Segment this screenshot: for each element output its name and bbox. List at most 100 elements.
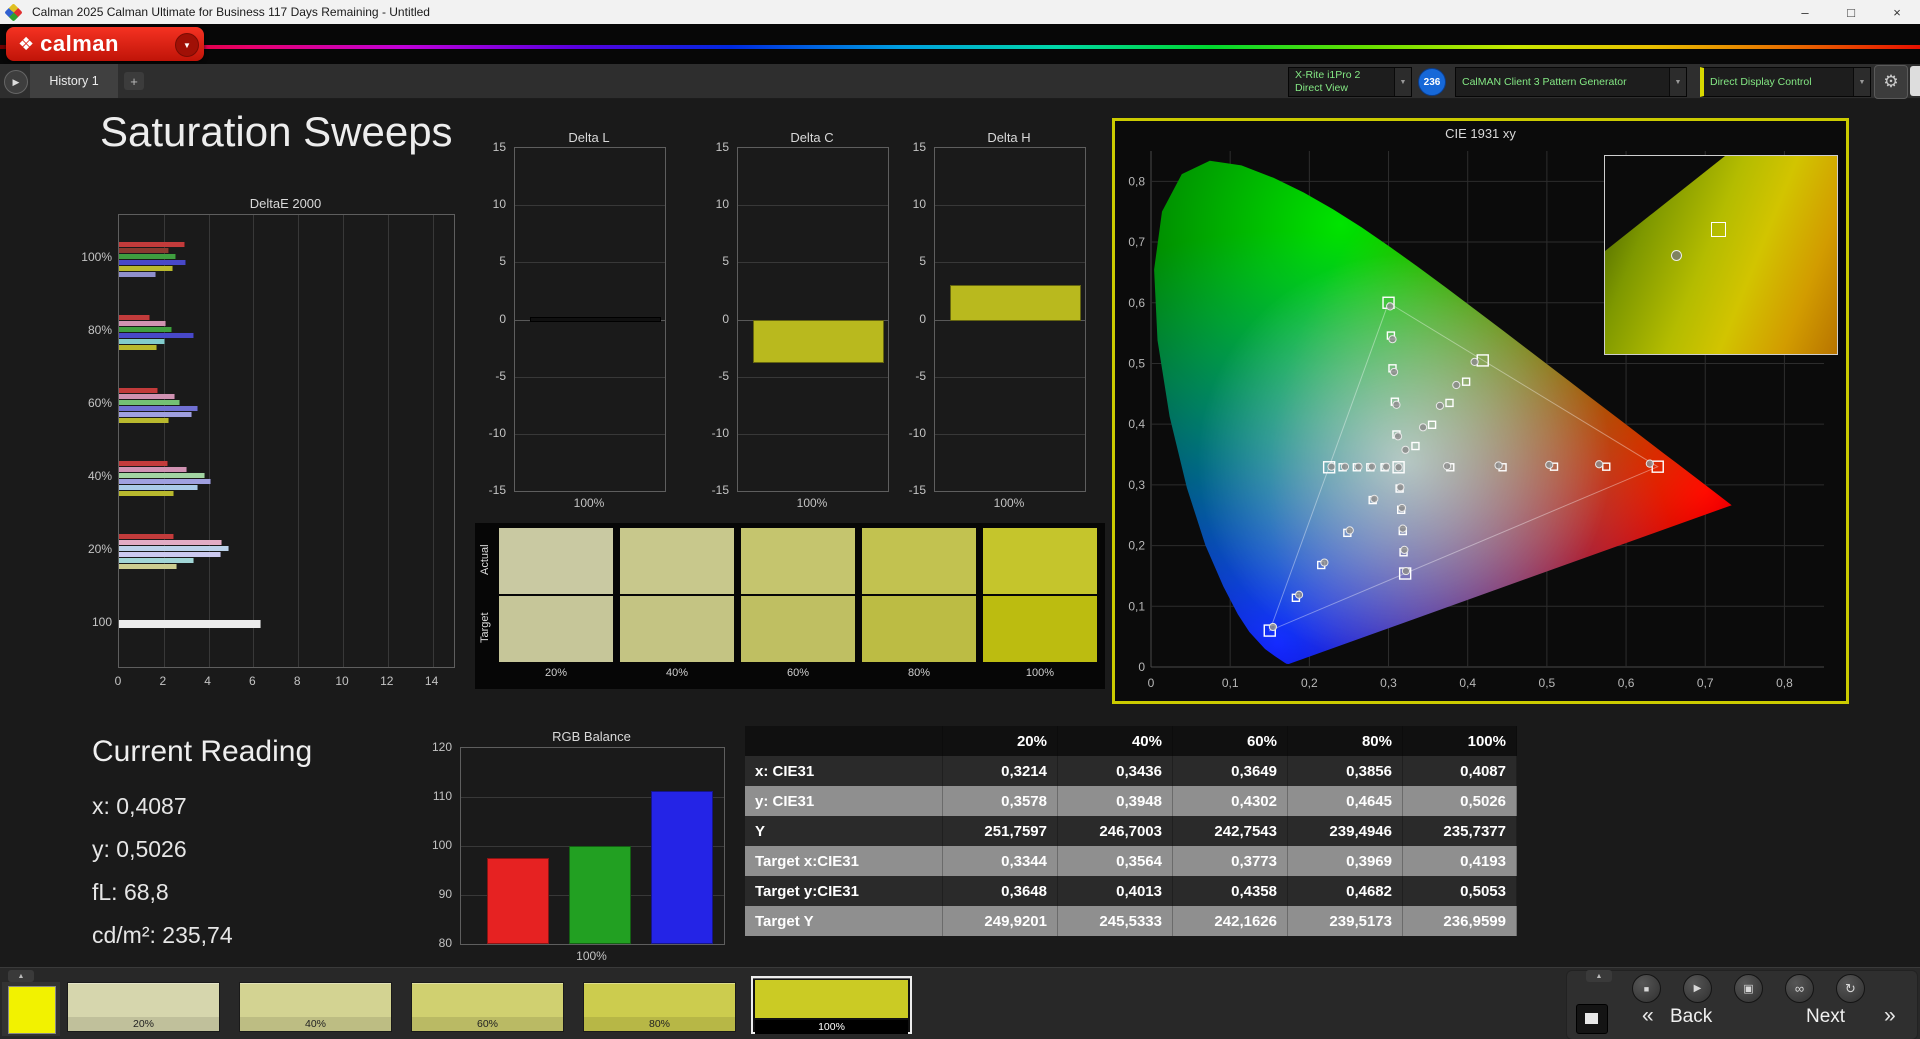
refresh-button[interactable]: ↻ bbox=[1836, 974, 1865, 1003]
swatch-column-label: 100% bbox=[983, 667, 1097, 683]
table-row: Target x:CIE310,33440,35640,37730,39690,… bbox=[745, 846, 1517, 876]
deltae-bar bbox=[119, 388, 158, 393]
stop-button[interactable]: ■ bbox=[1632, 974, 1661, 1003]
current-patch-swatch[interactable] bbox=[8, 986, 56, 1034]
panel-edge-handle[interactable] bbox=[1910, 66, 1920, 96]
close-button[interactable]: × bbox=[1874, 0, 1920, 24]
display-control-name: Direct Display Control bbox=[1704, 76, 1812, 89]
maximize-button[interactable]: □ bbox=[1828, 0, 1874, 24]
play-button[interactable]: ▶ bbox=[1683, 974, 1712, 1003]
deltae-bar bbox=[119, 315, 150, 320]
patch-tile-20%[interactable]: 20% bbox=[67, 982, 220, 1032]
table-cell: 0,5053 bbox=[1403, 876, 1517, 906]
svg-text:0,4: 0,4 bbox=[1459, 676, 1476, 690]
save-button[interactable]: ▣ bbox=[1734, 974, 1763, 1003]
y-tick-label: 20% bbox=[60, 542, 112, 556]
svg-text:0,6: 0,6 bbox=[1128, 296, 1145, 310]
next-chevron-icon[interactable]: » bbox=[1884, 1004, 1896, 1028]
x-tick-label: 2 bbox=[148, 674, 178, 688]
x-tick-label: 4 bbox=[193, 674, 223, 688]
calman-menu-button[interactable]: ❖ calman ▼ bbox=[6, 27, 204, 61]
chart-title: CIE 1931 xy bbox=[1115, 126, 1846, 141]
delta-bar bbox=[950, 285, 1081, 321]
chevron-down-icon[interactable]: ▼ bbox=[1669, 68, 1686, 96]
table-cell: 0,3648 bbox=[943, 876, 1058, 906]
svg-text:0,8: 0,8 bbox=[1776, 676, 1793, 690]
delta-bar bbox=[753, 320, 884, 363]
table-cell: 0,4645 bbox=[1288, 786, 1403, 816]
cie-measured-point bbox=[1371, 495, 1378, 502]
cie-measured-point bbox=[1346, 527, 1353, 534]
meter-mode: Direct View bbox=[1295, 82, 1360, 95]
deltae-bar bbox=[119, 564, 177, 569]
cie-measured-point bbox=[1471, 358, 1478, 365]
saturation-swatch-grid: Actual Target 20%40%60%80%100% bbox=[475, 523, 1105, 689]
add-tab-button[interactable]: + bbox=[124, 72, 144, 90]
window-title: Calman 2025 Calman Ultimate for Business… bbox=[32, 5, 430, 19]
inset-target-point bbox=[1711, 222, 1726, 237]
tab-history-1[interactable]: History 1 bbox=[30, 64, 118, 98]
chart-title: Delta H bbox=[934, 130, 1084, 145]
grid-line bbox=[433, 215, 434, 667]
table-cell: 0,3578 bbox=[943, 786, 1058, 816]
deltae-bar bbox=[119, 467, 187, 472]
deltae-bar bbox=[119, 412, 192, 417]
deltae-plot bbox=[118, 214, 455, 668]
y-tick-label: 10 bbox=[679, 197, 729, 211]
deltae-bar bbox=[119, 248, 169, 253]
display-control-dropdown[interactable]: Direct Display Control ▼ bbox=[1700, 67, 1871, 97]
table-cell: 0,3856 bbox=[1288, 756, 1403, 786]
meter-dropdown[interactable]: X-Rite i1Pro 2 Direct View ▼ bbox=[1288, 67, 1412, 97]
grid-line bbox=[935, 377, 1085, 378]
grid-line bbox=[738, 434, 888, 435]
deltae-bar bbox=[119, 345, 157, 350]
deltae-bar bbox=[119, 272, 156, 277]
deltae-bar bbox=[119, 321, 166, 326]
tab-scroll-left-button[interactable]: ▶ bbox=[4, 70, 28, 94]
minimize-button[interactable]: – bbox=[1782, 0, 1828, 24]
cie-measured-point bbox=[1546, 461, 1553, 468]
deltae-bar bbox=[119, 491, 174, 496]
table-cell: 242,7543 bbox=[1173, 816, 1288, 846]
deltae-bar bbox=[119, 406, 198, 411]
back-chevron-icon[interactable]: « bbox=[1642, 1004, 1654, 1028]
pattern-window-button[interactable] bbox=[1576, 1004, 1608, 1034]
axis-label: 100% bbox=[514, 496, 664, 510]
expand-left-button[interactable]: ▲ bbox=[8, 970, 34, 982]
chevron-down-icon[interactable]: ▼ bbox=[175, 33, 199, 57]
gear-icon[interactable]: ⚙ bbox=[1874, 65, 1908, 99]
pattern-generator-dropdown[interactable]: CalMAN Client 3 Pattern Generator ▼ bbox=[1455, 67, 1687, 97]
grid-line bbox=[738, 377, 888, 378]
cie-measured-point bbox=[1395, 464, 1402, 471]
swatch-target bbox=[499, 596, 613, 662]
cie-measured-point bbox=[1295, 591, 1302, 598]
patch-tile-60%[interactable]: 60% bbox=[411, 982, 564, 1032]
meter-count-badge[interactable]: 236 bbox=[1418, 68, 1446, 96]
loop-button[interactable]: ∞ bbox=[1785, 974, 1814, 1003]
svg-text:0,2: 0,2 bbox=[1128, 539, 1145, 553]
cie-measured-point bbox=[1269, 623, 1276, 630]
table-cell: 251,7597 bbox=[943, 816, 1058, 846]
swatch-actual bbox=[499, 528, 613, 594]
back-button[interactable]: Back bbox=[1670, 1006, 1712, 1028]
table-cell: 0,3436 bbox=[1058, 756, 1173, 786]
patch-tile-100%[interactable]: 100% bbox=[751, 976, 912, 1034]
patch-tile-80%[interactable]: 80% bbox=[583, 982, 736, 1032]
patch-tile-label: 40% bbox=[240, 1017, 391, 1031]
grid-line bbox=[164, 215, 165, 667]
y-tick-label: 80% bbox=[60, 323, 112, 337]
next-button[interactable]: Next bbox=[1806, 1006, 1845, 1028]
expand-right-button[interactable]: ▲ bbox=[1586, 970, 1612, 982]
svg-text:0,8: 0,8 bbox=[1128, 174, 1145, 188]
patch-tile-40%[interactable]: 40% bbox=[239, 982, 392, 1032]
y-tick-label: 10 bbox=[876, 197, 926, 211]
swatch-target bbox=[620, 596, 734, 662]
calman-wordmark: calman bbox=[40, 31, 119, 57]
y-tick-label: 120 bbox=[410, 740, 452, 754]
deltae-bar bbox=[119, 260, 186, 265]
current-reading-title: Current Reading bbox=[92, 735, 452, 769]
chevron-down-icon[interactable]: ▼ bbox=[1853, 68, 1870, 96]
chevron-down-icon[interactable]: ▼ bbox=[1394, 68, 1411, 96]
inset-measured-point bbox=[1671, 250, 1682, 261]
cie-measured-point bbox=[1328, 463, 1335, 470]
